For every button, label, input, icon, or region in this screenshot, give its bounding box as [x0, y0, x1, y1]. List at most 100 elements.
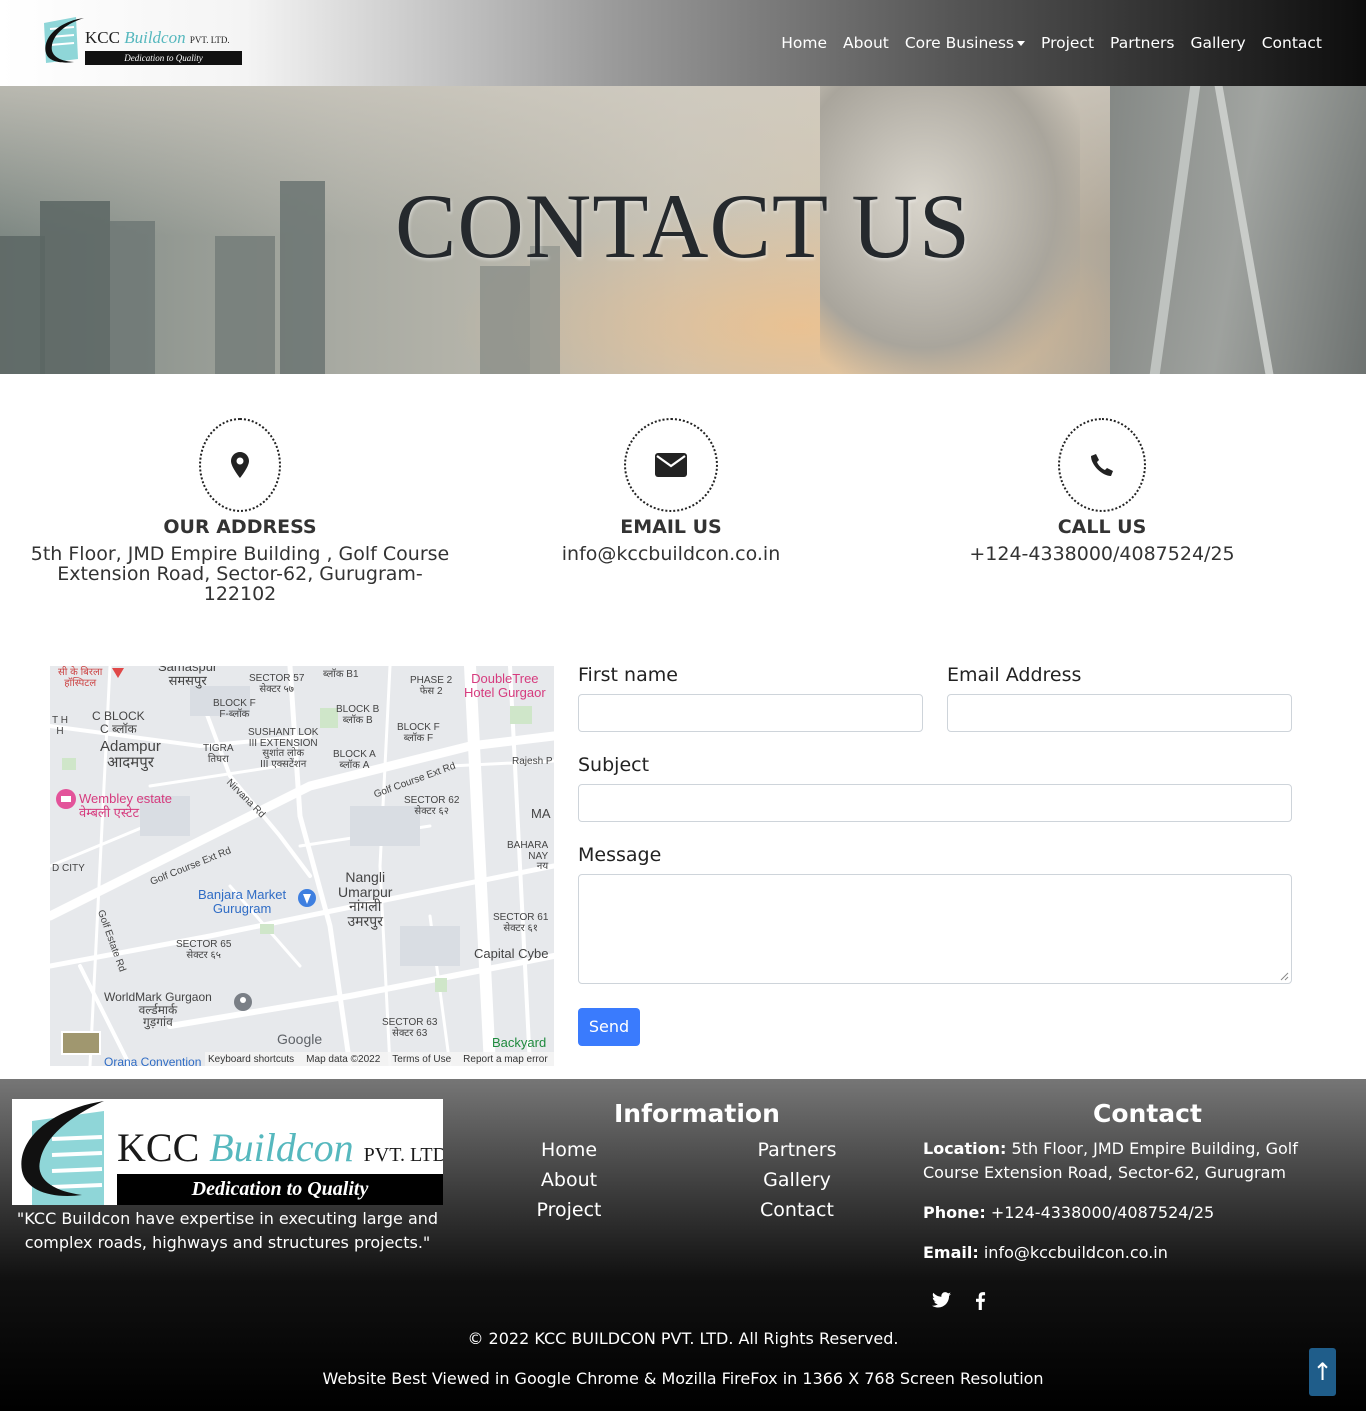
first-name-input[interactable]	[578, 694, 923, 732]
email-text[interactable]: info@kccbuildcon.co.in	[521, 544, 821, 564]
best-viewed-text: Website Best Viewed in Google Chrome & M…	[322, 1369, 1044, 1388]
map-label: BLOCK F F-ब्लॉक	[213, 698, 256, 720]
email-address-input[interactable]	[947, 694, 1292, 732]
map-label: Backyard	[492, 1035, 547, 1050]
map-marker-icon	[231, 452, 249, 478]
logo-text: KCC Buildcon PVT. LTD.	[85, 28, 230, 47]
map-label: सी के बिरला हॉस्पिटल	[58, 667, 103, 689]
map-label: Samaspur समसपुर	[158, 666, 218, 688]
google-logo: Google	[277, 1031, 323, 1047]
google-map[interactable]: Samaspur समसपुर सी के बिरला हॉस्पिटल SEC…	[50, 666, 554, 1066]
footer-logo-text: KCC Buildcon PVT. LTD.	[117, 1125, 443, 1170]
map-label: BLOCK F ब्लॉक F	[397, 722, 440, 744]
map-label: SECTOR 63 सेक्टर 63	[382, 1017, 438, 1039]
navbar: KCC Buildcon PVT. LTD. Dedication to Qua…	[0, 0, 1366, 86]
logo-tagline: Dedication to Quality	[85, 51, 242, 65]
footer-contact-heading: Contact	[1093, 1099, 1202, 1128]
email-title: EMAIL US	[620, 516, 722, 538]
map-report-error-link[interactable]: Report a map error	[463, 1054, 547, 1065]
email-address-label: Email Address	[947, 664, 1082, 686]
map-label: ब्लॉक B1	[323, 669, 359, 680]
twitter-icon	[932, 1292, 951, 1308]
footer-link-contact[interactable]: Contact	[717, 1199, 877, 1221]
map-label: SECTOR 61 सेक्टर ६१	[493, 912, 549, 934]
map-label: D CITY	[52, 863, 85, 874]
map-label: Nangli Umarpur नांगली उमरपुर	[338, 869, 393, 930]
footer-link-gallery[interactable]: Gallery	[717, 1169, 877, 1191]
footer-link-about[interactable]: About	[489, 1169, 649, 1191]
map-label: SECTOR 65 सेक्टर ६५	[176, 939, 232, 961]
first-name-label: First name	[578, 664, 678, 686]
address-title: OUR ADDRESS	[163, 516, 317, 538]
footer-logo[interactable]: KCC Buildcon PVT. LTD. Dedication to Qua…	[12, 1099, 443, 1205]
address-icon-circle	[199, 418, 281, 512]
message-textarea[interactable]	[578, 874, 1292, 984]
map-label: C BLOCK C ब्लॉक	[92, 709, 145, 736]
logo-swoosh-icon	[21, 1101, 104, 1205]
arrow-up-icon: ↑	[1312, 1358, 1333, 1386]
map-label: TIGRA तिघरा	[203, 743, 234, 765]
footer-information-heading: Information	[614, 1099, 780, 1128]
subject-input[interactable]	[578, 784, 1292, 822]
footer-quote: "KCC Buildcon have expertise in executin…	[16, 1209, 439, 1252]
map-label: Banjara Market Gurugram	[198, 887, 287, 916]
map-label: SUSHANT LOK III EXTENSION सुशांत लोक III…	[248, 727, 319, 770]
nav-about[interactable]: About	[835, 30, 897, 56]
nav-core-business-dropdown[interactable]: Core Business	[897, 30, 1033, 56]
map-keyboard-shortcuts-link[interactable]: Keyboard shortcuts	[208, 1054, 294, 1065]
nav-contact[interactable]: Contact	[1254, 30, 1330, 56]
copyright-text: © 2022 KCC BUILDCON PVT. LTD. All Rights…	[467, 1329, 899, 1348]
map-label: Capital Cybe	[474, 946, 549, 961]
facebook-link[interactable]	[975, 1292, 986, 1314]
map-label: MA	[531, 806, 551, 821]
nav-project[interactable]: Project	[1033, 30, 1102, 56]
map-label: Rajesh P	[512, 756, 553, 767]
footer-link-partners[interactable]: Partners	[717, 1139, 877, 1161]
map-label: BLOCK A ब्लॉक A	[333, 749, 376, 771]
phone-title: CALL US	[1057, 516, 1147, 538]
nav-gallery[interactable]: Gallery	[1182, 30, 1253, 56]
send-button[interactable]: Send	[578, 1008, 640, 1046]
footer-email: Email: info@kccbuildcon.co.in	[923, 1243, 1168, 1262]
phone-icon	[1091, 454, 1113, 476]
nav-home[interactable]: Home	[773, 30, 835, 56]
address-block: OUR ADDRESS 5th Floor, JMD Empire Buildi…	[30, 418, 450, 604]
hero-building	[480, 266, 530, 374]
map-label: Wembley estate वेम्बली एस्टेट	[79, 791, 172, 820]
map-label: PHASE 2 फेस 2	[410, 675, 453, 697]
phone-icon-circle	[1058, 418, 1146, 512]
caret-down-icon	[1017, 41, 1025, 46]
page-title: CONTACT US	[394, 175, 971, 277]
footer-phone: Phone: +124-4338000/4087524/25	[923, 1203, 1215, 1222]
phone-block: CALL US +124-4338000/4087524/25	[952, 418, 1252, 564]
footer-link-home[interactable]: Home	[489, 1139, 649, 1161]
address-text: 5th Floor, JMD Empire Building , Golf Co…	[30, 543, 450, 605]
footer-link-project[interactable]: Project	[489, 1199, 649, 1221]
map-label: SECTOR 57 सेक्टर ५७	[249, 673, 305, 695]
resize-handle-icon[interactable]	[1279, 971, 1289, 981]
footer: KCC Buildcon PVT. LTD. Dedication to Qua…	[0, 1079, 1366, 1411]
map-data-label: Map data ©2022	[306, 1053, 381, 1065]
email-block: EMAIL US info@kccbuildcon.co.in	[521, 418, 821, 564]
nav-menu: Home About Core Business Project Partner…	[773, 30, 1330, 56]
nav-partners[interactable]: Partners	[1102, 30, 1182, 56]
phone-text[interactable]: +124-4338000/4087524/25	[952, 544, 1252, 564]
scroll-to-top-button[interactable]: ↑	[1309, 1348, 1336, 1396]
twitter-link[interactable]	[932, 1292, 951, 1312]
message-label: Message	[578, 844, 662, 866]
subject-label: Subject	[578, 754, 650, 776]
map-footer: Keyboard shortcuts Map data ©2022 Terms …	[205, 1052, 554, 1066]
map-label: BAHARA NAY नय	[507, 840, 549, 872]
nav-core-business-label: Core Business	[904, 34, 1014, 52]
facebook-icon	[976, 1292, 986, 1310]
map-label: Adampur आदमपुर	[100, 738, 161, 771]
hero-banner: CONTACT US	[0, 86, 1366, 374]
email-icon-circle	[624, 418, 718, 512]
map-label: Orana Convention	[104, 1055, 202, 1066]
map-terms-link[interactable]: Terms of Use	[392, 1054, 451, 1065]
header-logo[interactable]: KCC Buildcon PVT. LTD. Dedication to Qua…	[40, 15, 242, 67]
map-label: WorldMark Gurgaon वर्ल्डमार्क गुड़गांव	[104, 990, 212, 1030]
envelope-icon	[655, 453, 687, 477]
map-label: SECTOR 62 सेक्टर ६२	[404, 795, 460, 817]
footer-location: Location: 5th Floor, JMD Empire Building…	[923, 1139, 1298, 1182]
